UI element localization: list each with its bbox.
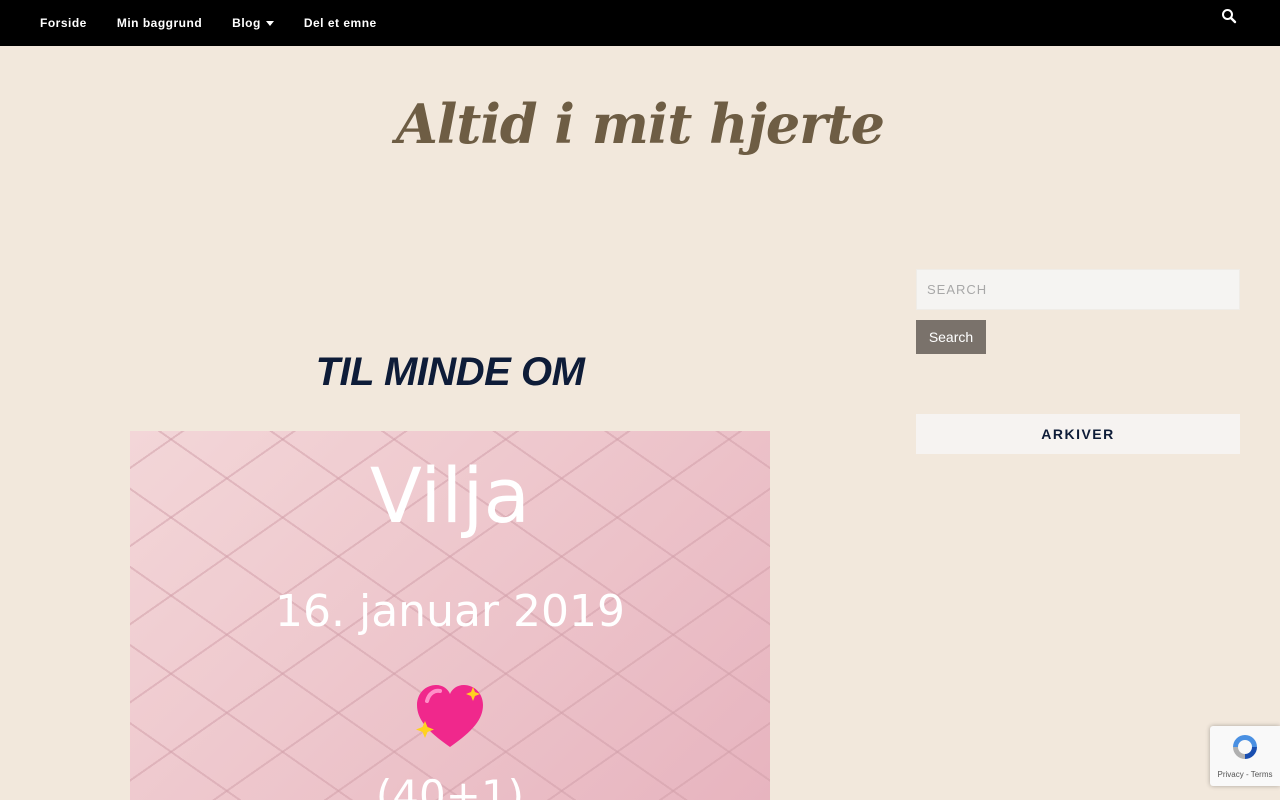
search-button[interactable]: Search: [916, 320, 986, 354]
image-extra-text: (40+1): [375, 771, 525, 800]
main-menu: Forside Min baggrund Blog Del et emne: [40, 0, 407, 46]
archives-widget-title: ARKIVER: [916, 414, 1240, 454]
search-icon[interactable]: [1221, 8, 1237, 24]
post-title: TIL MINDE OM: [315, 350, 585, 394]
nav-item-label: Forside: [40, 16, 87, 30]
recaptcha-icon: [1233, 735, 1257, 759]
top-navigation-bar: Forside Min baggrund Blog Del et emne: [0, 0, 1280, 46]
nav-item-label: Min baggrund: [116, 16, 203, 30]
search-input[interactable]: [916, 269, 1240, 310]
sparkling-heart-icon: [416, 685, 483, 747]
nav-item-del-et-emne[interactable]: Del et emne: [304, 16, 377, 30]
nav-item-label: Blog: [232, 16, 261, 30]
caret-down-icon: [265, 20, 274, 26]
image-date-text: 16. januar 2019: [275, 586, 625, 637]
post-image: Vilja 16. januar 2019 (40+1): [130, 431, 770, 800]
nav-item-blog[interactable]: Blog: [232, 16, 274, 30]
recaptcha-badge[interactable]: Privacy - Terms: [1210, 726, 1280, 786]
nav-item-forside[interactable]: Forside: [40, 16, 87, 30]
image-name-text: Vilja: [369, 451, 531, 540]
nav-item-label: Del et emne: [303, 16, 377, 30]
recaptcha-links[interactable]: Privacy - Terms: [1210, 770, 1280, 779]
site-title[interactable]: Altid i mit hjerte: [0, 92, 1280, 156]
nav-item-min-baggrund[interactable]: Min baggrund: [117, 16, 202, 30]
